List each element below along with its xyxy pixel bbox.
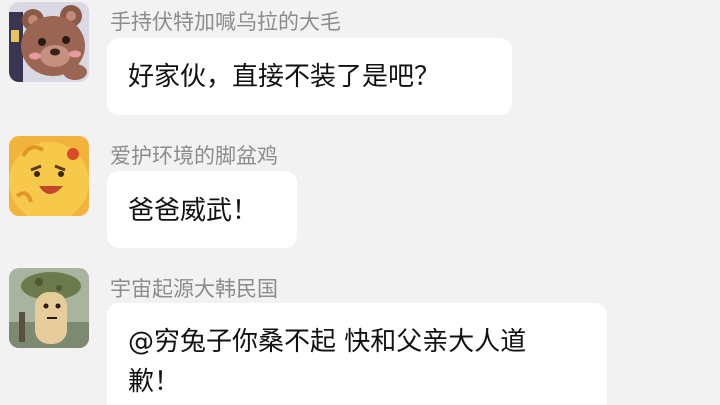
sender-name[interactable]: 手持伏特加喊乌拉的大毛 — [110, 9, 341, 35]
sender-name[interactable]: 爱护环境的脚盆鸡 — [110, 143, 278, 169]
message-bubble[interactable]: 爸爸威武！ — [107, 171, 297, 248]
brown-bear-avatar[interactable] — [9, 2, 89, 82]
chat-window: 手持伏特加喊乌拉的大毛 好家伙，直接不装了是吧？ 爱护环境的脚盆鸡 爸爸威武！ — [0, 0, 720, 405]
sender-name[interactable]: 宇宙起源大韩民国 — [110, 276, 278, 302]
soldier-helmet-icon — [9, 268, 89, 348]
yellow-chick-icon — [9, 136, 89, 216]
message-text: 好家伙，直接不装了是吧？ — [128, 62, 441, 92]
yellow-chick-avatar[interactable] — [9, 136, 89, 216]
message-bubble[interactable]: 好家伙，直接不装了是吧？ — [107, 38, 512, 115]
message-text: 爸爸威武！ — [128, 196, 259, 226]
message-text-line: @穷兔子你桑不起 快和父亲大人道 — [128, 327, 527, 357]
message-bubble[interactable]: @穷兔子你桑不起 快和父亲大人道 歉！ — [107, 303, 607, 405]
brown-bear-icon — [9, 2, 89, 82]
message-text-line: 歉！ — [128, 367, 181, 397]
soldier-helmet-avatar[interactable] — [9, 268, 89, 348]
